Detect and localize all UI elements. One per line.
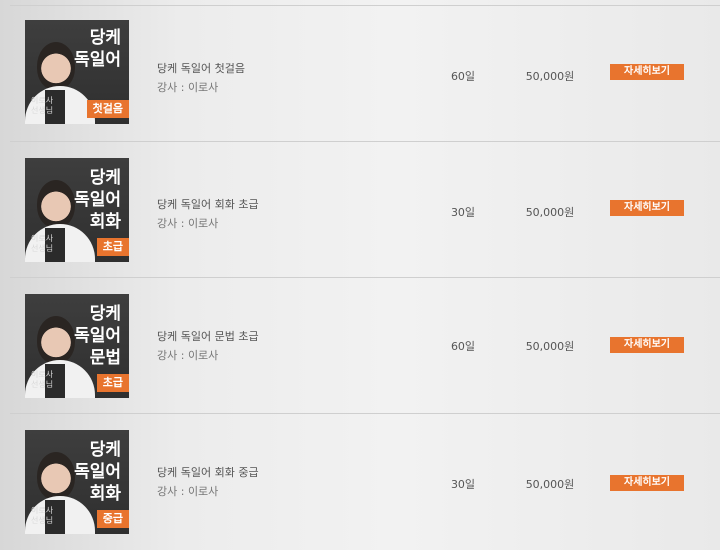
thumb-title-line: 독일어 [74, 326, 121, 346]
course-duration: 30일 [450, 206, 476, 219]
thumb-caption: 이로사 선생님 [31, 506, 54, 525]
thumb-title-line: 당케 [89, 304, 121, 324]
thumb-title-line: 당케 [89, 440, 121, 460]
thumb-title-line: 당케 [89, 168, 121, 188]
course-row: 당케 독일어 회화 이로사 선생님 중급 당케 독일어 회화 중급 강사 : 이… [0, 414, 720, 550]
level-badge: 초급 [96, 374, 129, 392]
course-row: 당케 독일어 회화 이로사 선생님 초급 당케 독일어 회화 초급 강사 : 이… [0, 142, 720, 278]
thumb-caption: 이로사 선생님 [31, 96, 54, 115]
course-title[interactable]: 당케 독일어 회화 중급 [157, 464, 259, 480]
thumb-title-line: 독일어 [74, 190, 121, 210]
instructor-label: 강사 : 이로사 [157, 349, 219, 362]
course-thumbnail[interactable]: 당케 독일어 회화 이로사 선생님 중급 [25, 430, 129, 534]
course-title[interactable]: 당케 독일어 첫걸음 [157, 60, 245, 76]
course-row: 당케 독일어 문법 이로사 선생님 초급 당케 독일어 문법 초급 강사 : 이… [0, 278, 720, 414]
thumb-title-line: 회화 [89, 212, 121, 232]
instructor-label: 강사 : 이로사 [157, 81, 219, 94]
course-duration: 30일 [450, 478, 476, 491]
course-price: 50,000원 [525, 340, 575, 353]
view-details-button[interactable]: 자세히보기 [610, 475, 684, 491]
course-price: 50,000원 [525, 206, 575, 219]
instructor-label: 강사 : 이로사 [157, 217, 219, 230]
course-duration: 60일 [450, 340, 476, 353]
course-list: 당케 독일어 이로사 선생님 첫걸음 당케 독일어 첫걸음 강사 : 이로사 6… [0, 0, 720, 540]
course-duration: 60일 [450, 70, 476, 83]
level-badge: 중급 [96, 510, 129, 528]
course-thumbnail[interactable]: 당케 독일어 이로사 선생님 첫걸음 [25, 20, 129, 124]
course-title[interactable]: 당케 독일어 회화 초급 [157, 196, 259, 212]
thumb-title-line: 독일어 [74, 50, 121, 70]
instructor-label: 강사 : 이로사 [157, 485, 219, 498]
view-details-button[interactable]: 자세히보기 [610, 200, 684, 216]
course-price: 50,000원 [525, 478, 575, 491]
level-badge: 첫걸음 [86, 100, 129, 118]
thumb-caption: 이로사 선생님 [31, 234, 54, 253]
course-row: 당케 독일어 이로사 선생님 첫걸음 당케 독일어 첫걸음 강사 : 이로사 6… [0, 6, 720, 142]
instructor-photo [37, 42, 75, 90]
thumb-title-line: 당케 [89, 28, 121, 48]
course-title[interactable]: 당케 독일어 문법 초급 [157, 328, 259, 344]
instructor-photo [37, 452, 75, 500]
course-thumbnail[interactable]: 당케 독일어 문법 이로사 선생님 초급 [25, 294, 129, 398]
view-details-button[interactable]: 자세히보기 [610, 337, 684, 353]
level-badge: 초급 [96, 238, 129, 256]
view-details-button[interactable]: 자세히보기 [610, 64, 684, 80]
thumb-title-line: 회화 [89, 484, 121, 504]
course-price: 50,000원 [525, 70, 575, 83]
instructor-photo [37, 316, 75, 364]
course-thumbnail[interactable]: 당케 독일어 회화 이로사 선생님 초급 [25, 158, 129, 262]
instructor-photo [37, 180, 75, 228]
thumb-caption: 이로사 선생님 [31, 370, 54, 389]
thumb-title-line: 독일어 [74, 462, 121, 482]
thumb-title-line: 문법 [89, 348, 121, 368]
